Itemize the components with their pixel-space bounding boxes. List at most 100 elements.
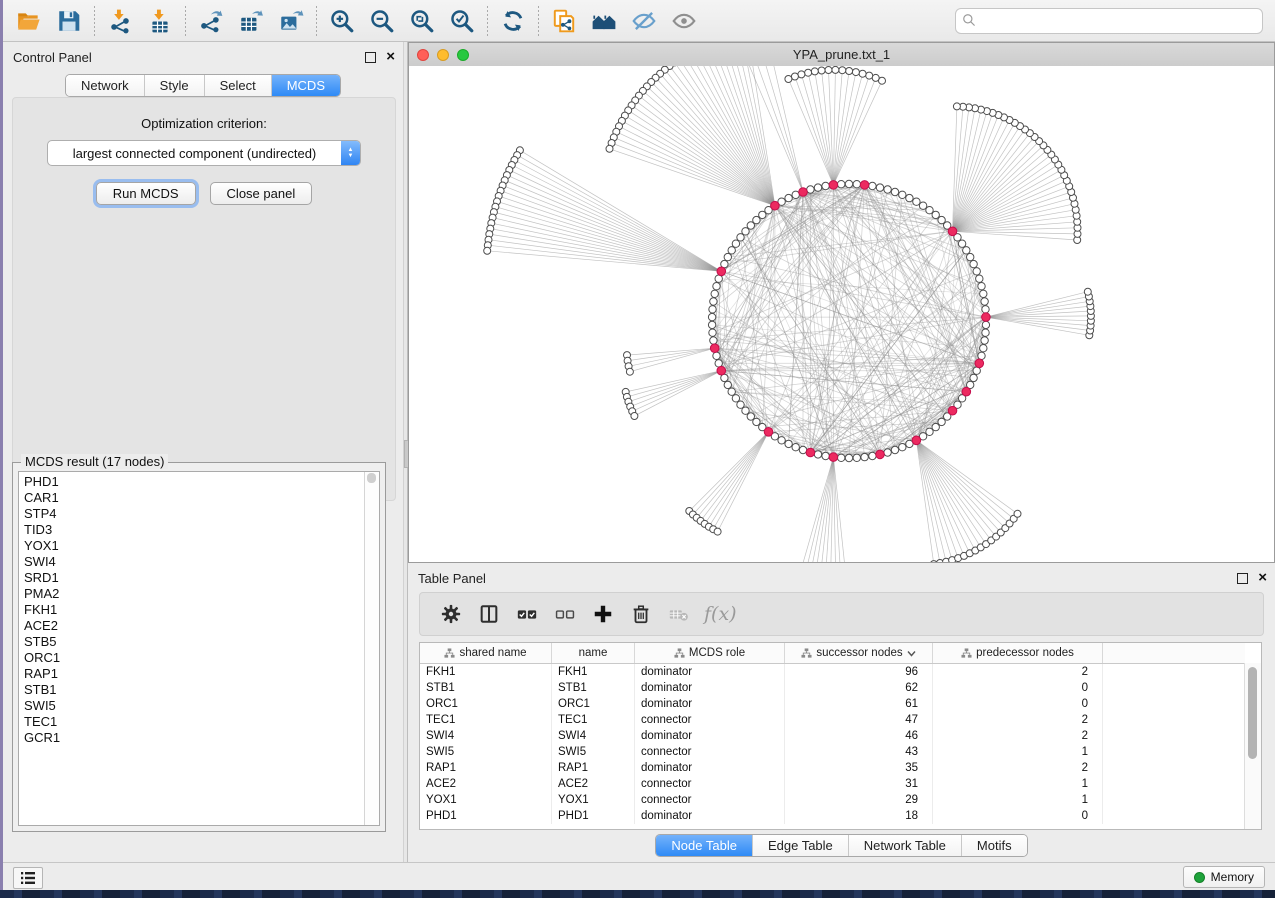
result-node[interactable]: ACE2	[24, 618, 365, 634]
close-table-panel-icon[interactable]: ×	[1258, 572, 1267, 584]
table-tab-motifs[interactable]: Motifs	[961, 835, 1027, 856]
table-panel-title: Table Panel	[418, 571, 486, 586]
zoom-fit-button[interactable]	[402, 4, 442, 38]
result-node[interactable]: RAP1	[24, 666, 365, 682]
run-mcds-button[interactable]: Run MCDS	[96, 182, 196, 205]
result-node[interactable]: TID3	[24, 522, 365, 538]
clone-network-button[interactable]	[544, 4, 584, 38]
create-column-button[interactable]	[584, 596, 622, 632]
table-tab-edge-table[interactable]: Edge Table	[752, 835, 848, 856]
tab-network[interactable]: Network	[66, 75, 144, 96]
network-titlebar[interactable]: YPA_prune.txt_1	[409, 43, 1274, 67]
export-image-icon	[278, 8, 304, 34]
result-node[interactable]: STB1	[24, 682, 365, 698]
table-row[interactable]: SWI4SWI4dominator462	[420, 728, 1245, 744]
cell-successor-nodes: 46	[785, 728, 933, 744]
memory-button[interactable]: Memory	[1183, 866, 1265, 888]
table-scrollbar[interactable]	[1244, 663, 1261, 829]
result-list-scrollbar[interactable]	[364, 472, 379, 825]
result-node[interactable]: SWI4	[24, 554, 365, 570]
result-node[interactable]: GCR1	[24, 730, 365, 746]
export-table-button[interactable]	[231, 4, 271, 38]
column-label: predecessor nodes	[976, 647, 1074, 659]
result-node[interactable]: STP4	[24, 506, 365, 522]
column-label: successor nodes	[816, 647, 902, 659]
table-row[interactable]: TEC1TEC1connector472	[420, 712, 1245, 728]
result-node[interactable]: TEC1	[24, 714, 365, 730]
float-table-panel-icon[interactable]	[1237, 573, 1248, 584]
cell-shared-name: FKH1	[420, 664, 552, 680]
select-all-rows-button[interactable]	[508, 596, 546, 632]
zoom-out-button[interactable]	[362, 4, 402, 38]
export-image-button[interactable]	[271, 4, 311, 38]
result-node[interactable]: PHD1	[24, 474, 365, 490]
zoom-selected-button[interactable]	[442, 4, 482, 38]
import-network-button[interactable]	[100, 4, 140, 38]
close-panel-icon[interactable]: ×	[386, 51, 395, 63]
close-panel-button[interactable]: Close panel	[210, 182, 313, 205]
column-header-MCDS-role[interactable]: MCDS role	[635, 643, 785, 663]
mcds-result-list[interactable]: PHD1CAR1STP4TID3YOX1SWI4SRD1PMA2FKH1ACE2…	[18, 471, 380, 826]
first-neighbors-button[interactable]	[584, 4, 624, 38]
deselect-all-rows-button[interactable]	[546, 596, 584, 632]
eye-icon	[671, 8, 697, 34]
import-table-button[interactable]	[140, 4, 180, 38]
result-node[interactable]: SRD1	[24, 570, 365, 586]
cell-name: STB1	[552, 680, 635, 696]
network-window: YPA_prune.txt_1	[408, 42, 1275, 563]
table-scrollbar-thumb[interactable]	[1248, 667, 1257, 759]
table-tab-network-table[interactable]: Network Table	[848, 835, 961, 856]
cell-shared-name: STB1	[420, 680, 552, 696]
refresh-button[interactable]	[493, 4, 533, 38]
cell-predecessor-nodes: 1	[933, 776, 1103, 792]
cell-MCDS-role: dominator	[635, 808, 785, 824]
table-settings-button[interactable]	[432, 596, 470, 632]
show-all-button[interactable]	[664, 4, 704, 38]
save-button[interactable]	[49, 4, 89, 38]
cell-MCDS-role: dominator	[635, 680, 785, 696]
eye-slash-icon	[631, 8, 657, 34]
network-canvas[interactable]	[409, 66, 1274, 562]
result-node[interactable]: ORC1	[24, 650, 365, 666]
result-node[interactable]: STB5	[24, 634, 365, 650]
cell-name: ORC1	[552, 696, 635, 712]
open-folder-icon	[16, 8, 42, 34]
column-header-name[interactable]: name	[552, 643, 635, 663]
delete-column-button[interactable]	[622, 596, 660, 632]
result-node[interactable]: FKH1	[24, 602, 365, 618]
open-file-button[interactable]	[9, 4, 49, 38]
tab-select[interactable]: Select	[204, 75, 271, 96]
result-node[interactable]: PMA2	[24, 586, 365, 602]
column-header-shared-name[interactable]: shared name	[420, 643, 552, 663]
cell-MCDS-role: dominator	[635, 664, 785, 680]
search-input[interactable]	[955, 8, 1263, 34]
table-row[interactable]: FKH1FKH1dominator962	[420, 664, 1245, 680]
table-row[interactable]: YOX1YOX1connector291	[420, 792, 1245, 808]
float-panel-icon[interactable]	[365, 52, 376, 63]
hide-selected-button[interactable]	[624, 4, 664, 38]
table-row[interactable]: ORC1ORC1dominator610	[420, 696, 1245, 712]
table-row[interactable]: RAP1RAP1dominator352	[420, 760, 1245, 776]
table-row[interactable]: ACE2ACE2connector311	[420, 776, 1245, 792]
table-tab-node-table[interactable]: Node Table	[656, 835, 752, 856]
column-header-successor-nodes[interactable]: successor nodes	[785, 643, 933, 663]
table-row[interactable]: PHD1PHD1dominator180	[420, 808, 1245, 824]
task-history-button[interactable]	[13, 867, 43, 889]
column-header-predecessor-nodes[interactable]: predecessor nodes	[933, 643, 1103, 663]
zoom-in-icon	[329, 8, 355, 34]
result-node[interactable]: CAR1	[24, 490, 365, 506]
criterion-dropdown[interactable]: largest connected component (undirected)…	[47, 140, 361, 166]
tab-style[interactable]: Style	[144, 75, 204, 96]
table-row[interactable]: STB1STB1dominator620	[420, 680, 1245, 696]
cell-predecessor-nodes: 2	[933, 760, 1103, 776]
export-network-button[interactable]	[191, 4, 231, 38]
show-columns-button[interactable]	[470, 596, 508, 632]
zoom-fit-icon	[409, 8, 435, 34]
cell-shared-name: YOX1	[420, 792, 552, 808]
result-node[interactable]: YOX1	[24, 538, 365, 554]
table-row[interactable]: SWI5SWI5connector431	[420, 744, 1245, 760]
result-node[interactable]: SWI5	[24, 698, 365, 714]
zoom-in-button[interactable]	[322, 4, 362, 38]
tab-mcds[interactable]: MCDS	[271, 75, 340, 96]
column-type-icon	[961, 648, 972, 659]
